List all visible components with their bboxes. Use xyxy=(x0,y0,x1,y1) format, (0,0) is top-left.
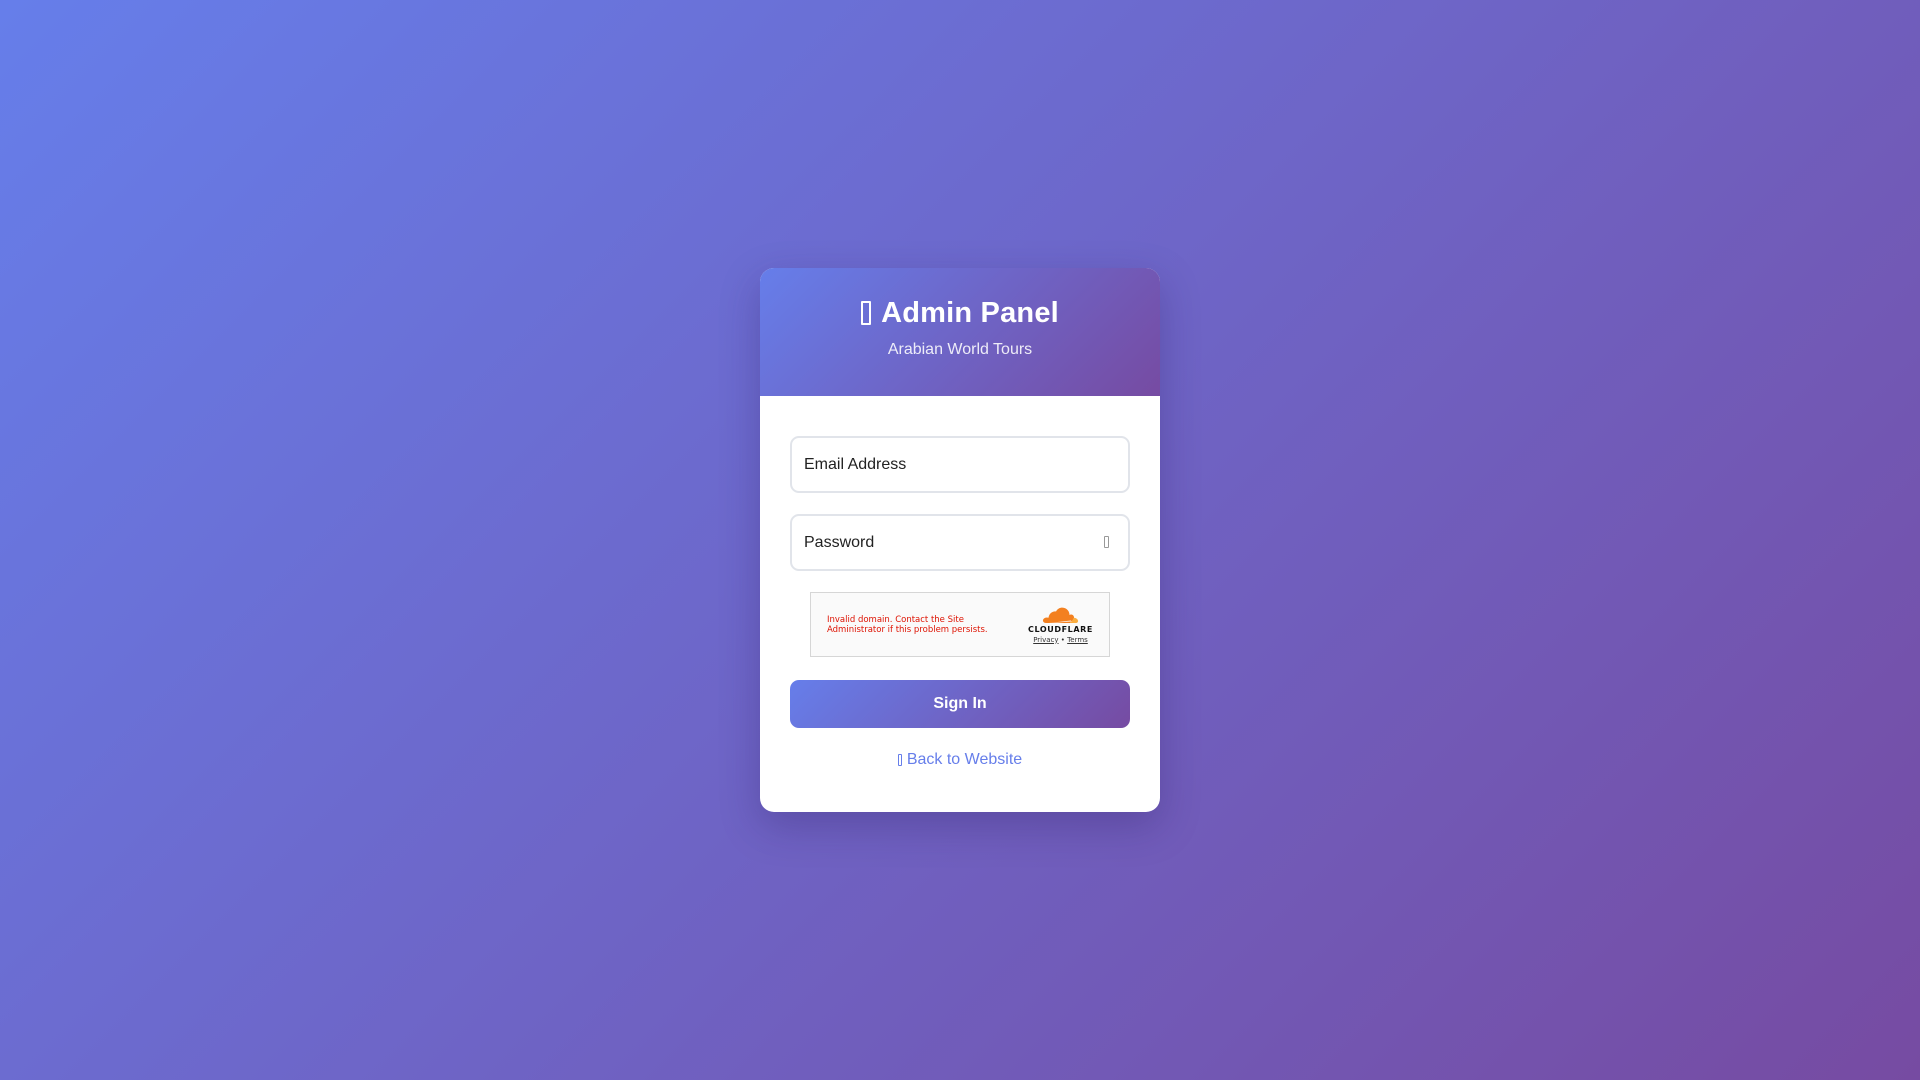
back-to-website-label: Back to Website xyxy=(906,751,1023,768)
page-title-row: Admin Panel xyxy=(760,296,1160,330)
card-header: Admin Panel Arabian World Tours xyxy=(760,268,1160,396)
eye-icon[interactable] xyxy=(1104,536,1109,548)
lock-icon xyxy=(861,301,872,325)
login-form: Invalid domain. Contact the Site Adminis… xyxy=(760,396,1160,769)
login-card: Admin Panel Arabian World Tours Invalid … xyxy=(760,268,1160,812)
captcha-widget: Invalid domain. Contact the Site Adminis… xyxy=(810,592,1110,657)
arrow-left-icon xyxy=(897,754,902,766)
cloudflare-logo-icon xyxy=(1042,607,1078,623)
captcha-brand: CLOUDFLARE Privacy • Terms xyxy=(1028,606,1093,644)
password-field[interactable] xyxy=(792,516,1128,569)
links-separator: • xyxy=(1060,635,1065,644)
password-field-wrapper xyxy=(790,514,1130,571)
captcha-links: Privacy • Terms xyxy=(1033,636,1088,644)
cloudflare-wordmark: CLOUDFLARE xyxy=(1028,624,1093,634)
sign-in-button[interactable]: Sign In xyxy=(790,680,1130,728)
privacy-link[interactable]: Privacy xyxy=(1033,636,1058,644)
page-subtitle: Arabian World Tours xyxy=(887,341,1033,358)
terms-link[interactable]: Terms xyxy=(1067,636,1088,644)
page-title: Admin Panel xyxy=(881,296,1059,329)
back-to-website-link[interactable]: Back to Website xyxy=(790,751,1130,769)
captcha-error: Invalid domain. Contact the Site Adminis… xyxy=(827,614,988,635)
email-field[interactable] xyxy=(792,438,1128,491)
email-field-wrapper xyxy=(790,436,1130,493)
